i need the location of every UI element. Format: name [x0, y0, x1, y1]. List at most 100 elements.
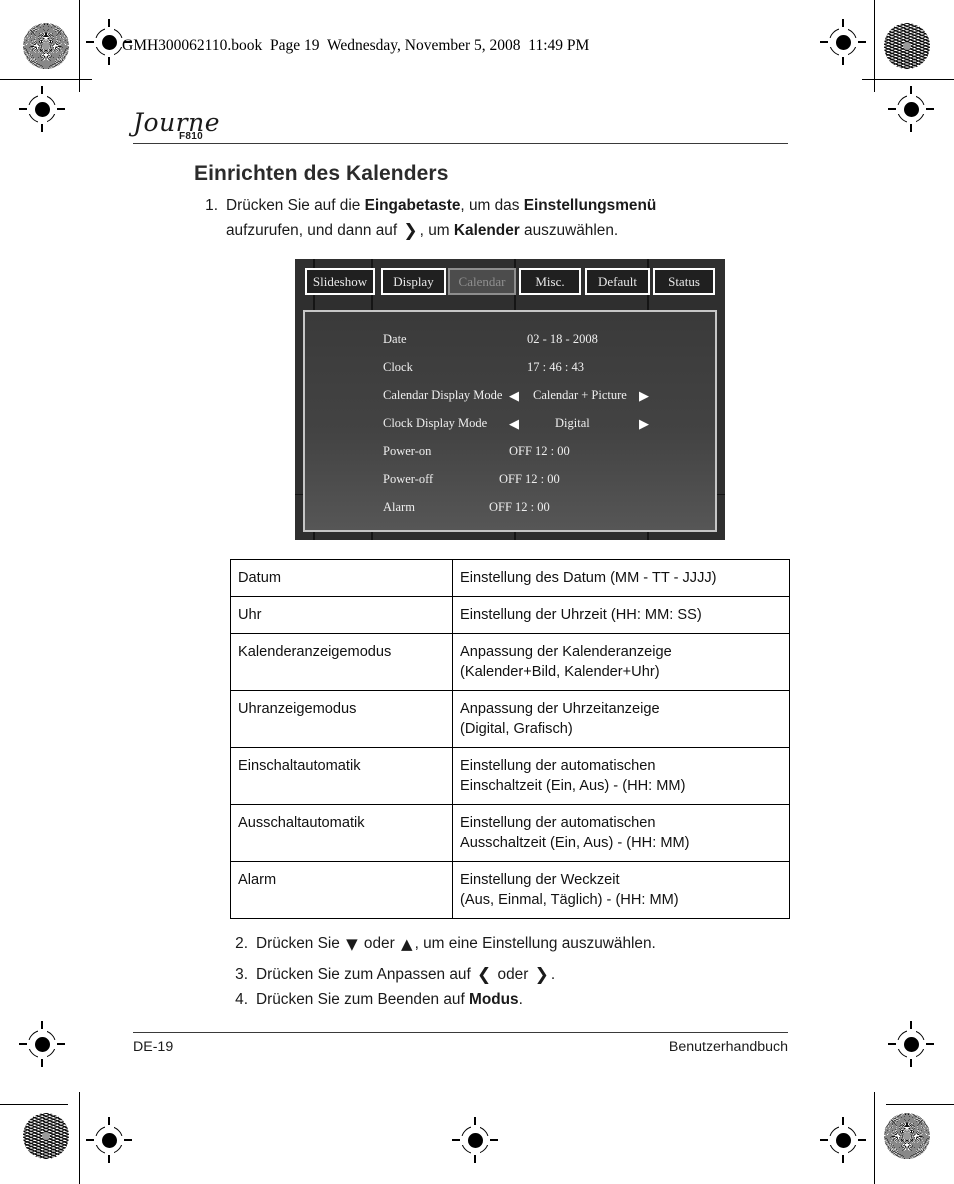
table-cell-description: Einstellung der Weckzeit (Aus, Einmal, Tä… [452, 861, 790, 919]
table-cell-description-line1: Einstellung der automatischen [460, 758, 656, 774]
step-2-text-c: , um eine Einstellung auszuwählen. [414, 935, 656, 952]
table-cell-description-line2: (Aus, Einmal, Täglich) - (HH: MM) [460, 892, 679, 908]
table-cell-description-line1: Einstellung der Uhrzeit (HH: MM: SS) [460, 607, 702, 623]
table-row: Uhr Einstellung der Uhrzeit (HH: MM: SS) [230, 596, 790, 634]
book-header-stamp: GMH300062110.book Page 19 Wednesday, Nov… [122, 37, 590, 54]
setting-label-power-off: Power-off [383, 472, 434, 486]
step-2-text-b: oder [359, 935, 400, 952]
arrow-right-icon-clock-display-mode[interactable]: ▶ [639, 415, 649, 435]
step-3-text-c: . [550, 966, 556, 983]
step-3-text: Drücken Sie zum Anpassen auf ❮ oder ❯. [256, 962, 804, 988]
table-cell-description-line1: Anpassung der Kalenderanzeige [460, 644, 672, 660]
setting-label-date: Date [383, 332, 407, 346]
setting-value-power-on: OFF 12 : 00 [509, 444, 570, 458]
table-cell-description-line1: Einstellung der automatischen [460, 815, 656, 831]
table-cell-description: Einstellung der Uhrzeit (HH: MM: SS) [452, 596, 790, 634]
arrow-up-icon: ▲ [401, 935, 413, 953]
step-4-text-c: . [518, 991, 523, 1008]
setting-row-date[interactable]: Date 02 - 18 - 2008 [305, 332, 719, 359]
table-cell-description: Anpassung der Uhrzeitanzeige (Digital, Gr… [452, 690, 790, 748]
table-cell-term: Uhr [230, 596, 453, 634]
step-1-number: 1. [205, 197, 218, 214]
step-2-text-a: Drücken Sie [256, 935, 345, 952]
setting-value-calendar-display-mode: Calendar + Picture [533, 388, 627, 402]
table-cell-term: Alarm [230, 861, 453, 919]
table-row: Datum Einstellung des Datum (MM - TT - J… [230, 559, 790, 597]
device-tab-status[interactable]: Status [653, 268, 715, 295]
setting-label-power-on: Power-on [383, 444, 432, 458]
setting-value-date: 02 - 18 - 2008 [527, 332, 598, 346]
device-tab-calendar[interactable]: Calendar [448, 268, 516, 295]
product-logo: Journe F810 [133, 108, 253, 142]
table-cell-term: Ausschaltautomatik [230, 804, 453, 862]
step-2-text: Drücken Sie ▼ oder ▲, um eine Einstellun… [256, 931, 804, 957]
step-4-number: 4. [235, 991, 248, 1008]
step-4-text: Drücken Sie zum Beenden auf Modus. [256, 987, 804, 1012]
table-cell-description: Einstellung des Datum (MM - TT - JJJJ) [452, 559, 790, 597]
logo-model-number: F810 [179, 131, 203, 142]
device-tab-calendar-label: Calendar [458, 274, 506, 289]
table-row: Kalenderanzeigemodus Anpassung der Kalen… [230, 633, 790, 691]
device-tab-misc[interactable]: Misc. [519, 268, 581, 295]
table-cell-description-line1: Einstellung des Datum (MM - TT - JJJJ) [460, 570, 717, 586]
table-row: Ausschaltautomatik Einstellung der autom… [230, 804, 790, 862]
footer-page-number: DE-19 [133, 1039, 174, 1055]
setting-row-alarm[interactable]: Alarm OFF 12 : 00 [305, 500, 719, 527]
setting-value-alarm: OFF 12 : 00 [489, 500, 550, 514]
device-tab-misc-label: Misc. [535, 274, 565, 289]
setting-value-clock-display-mode: Digital [555, 416, 590, 430]
setting-row-power-on[interactable]: Power-on OFF 12 : 00 [305, 444, 719, 471]
setting-label-alarm: Alarm [383, 500, 415, 514]
table-cell-description-line2: (Kalender+Bild, Kalender+Uhr) [460, 664, 660, 680]
page-content: GMH300062110.book Page 19 Wednesday, Nov… [0, 0, 954, 1184]
table-cell-description: Einstellung der automatischen Einschaltze… [452, 747, 790, 805]
step-4: 4. Drücken Sie zum Beenden auf Modus. [224, 987, 804, 1012]
step-1-bold-einstellungsmenue: Einstellungsmenü [523, 197, 657, 214]
logo-wordmark: Journe [133, 108, 221, 137]
step-2-number: 2. [235, 935, 248, 952]
page-title: Einrichten des Kalenders [194, 162, 449, 185]
table-row: Alarm Einstellung der Weckzeit (Aus, Einm… [230, 861, 790, 919]
arrow-left-icon-calendar-display-mode[interactable]: ◀ [509, 387, 519, 407]
chevron-right-icon-step3: ❯ [534, 965, 549, 985]
footer-rule [133, 1032, 788, 1034]
setting-label-calendar-display-mode: Calendar Display Mode [383, 388, 503, 402]
device-tab-display-label: Display [393, 274, 434, 289]
step-4-bold-modus: Modus [469, 991, 519, 1008]
device-tab-bar: Slideshow Display Calendar Misc. Default… [295, 259, 725, 304]
device-settings-panel: Date 02 - 18 - 2008 Clock 17 : 46 : 43 C… [303, 310, 717, 532]
table-cell-term: Kalenderanzeigemodus [230, 633, 453, 691]
table-row: Uhranzeigemodus Anpassung der Uhrzeitanz… [230, 690, 790, 748]
setting-row-clock-display-mode[interactable]: Clock Display Mode ◀ Digital ▶ [305, 416, 719, 443]
table-cell-term: Datum [230, 559, 453, 597]
device-tab-display[interactable]: Display [381, 268, 446, 295]
setting-label-clock-display-mode: Clock Display Mode [383, 416, 488, 430]
device-screen-mockup: Slideshow Display Calendar Misc. Default… [295, 259, 725, 540]
step-1-text-f: , um [419, 222, 454, 239]
arrow-down-icon: ▼ [346, 935, 358, 953]
step-2: 2. Drücken Sie ▼ oder ▲, um eine Einstel… [224, 931, 804, 957]
step-1-text: Drücken Sie auf die Eingabetaste, um das… [226, 193, 784, 244]
setting-row-power-off[interactable]: Power-off OFF 12 : 00 [305, 472, 719, 499]
table-cell-description-line2: (Digital, Grafisch) [460, 721, 573, 737]
step-1-bold-eingabetaste: Eingabetaste [364, 197, 461, 214]
arrow-left-icon-clock-display-mode[interactable]: ◀ [509, 415, 519, 435]
device-tab-default-label: Default [598, 274, 637, 289]
arrow-right-icon-calendar-display-mode[interactable]: ▶ [639, 387, 649, 407]
device-tab-status-label: Status [668, 274, 700, 289]
step-3-text-b: oder [493, 966, 533, 983]
setting-value-clock: 17 : 46 : 43 [527, 360, 584, 374]
setting-row-calendar-display-mode[interactable]: Calendar Display Mode ◀ Calendar + Pictu… [305, 388, 719, 415]
device-tab-slideshow[interactable]: Slideshow [305, 268, 375, 295]
settings-description-table: Datum Einstellung des Datum (MM - TT - J… [230, 559, 790, 919]
table-cell-description-line2: Ausschaltzeit (Ein, Aus) - (HH: MM) [460, 835, 690, 851]
footer-document-title: Benutzerhandbuch [668, 1039, 788, 1055]
device-tab-default[interactable]: Default [585, 268, 650, 295]
setting-row-clock[interactable]: Clock 17 : 46 : 43 [305, 360, 719, 387]
step-3-text-a: Drücken Sie zum Anpassen auf [256, 966, 476, 983]
table-row: Einschaltautomatik Einstellung der autom… [230, 747, 790, 805]
table-cell-description: Einstellung der automatischen Ausschaltze… [452, 804, 790, 862]
step-1-text-h: auszuwählen. [519, 222, 619, 239]
step-1-text-c: , um das [460, 197, 524, 214]
table-cell-term: Uhranzeigemodus [230, 690, 453, 748]
